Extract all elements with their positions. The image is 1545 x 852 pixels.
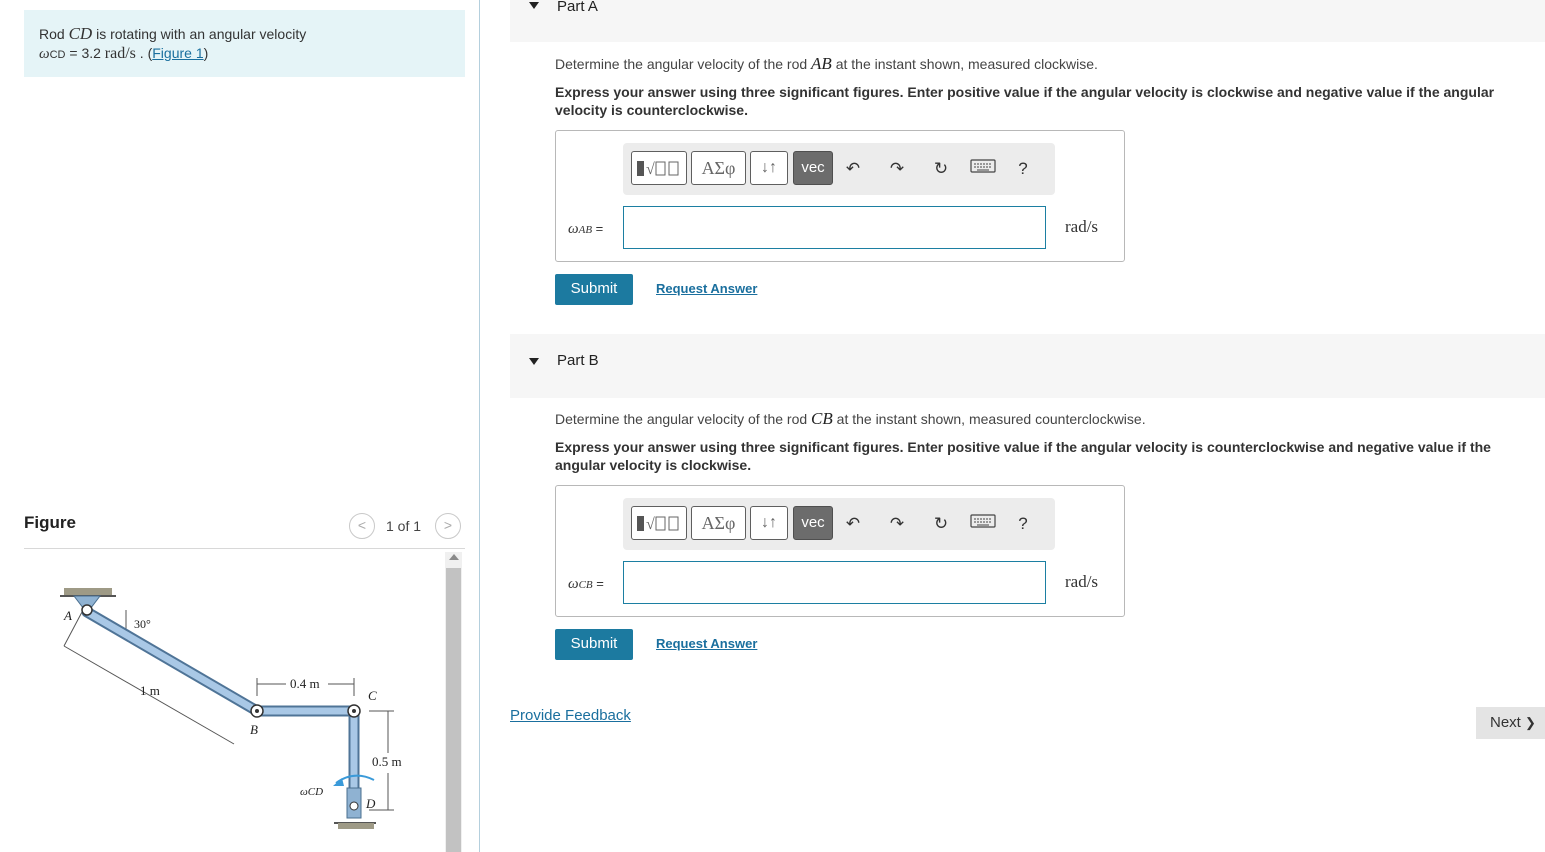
part-a-question: Determine the angular velocity of the ro…	[555, 54, 1540, 74]
column-divider	[479, 0, 480, 852]
part-a-var-label: ωAB =	[568, 221, 603, 238]
reset-icon[interactable]: ↻	[929, 512, 953, 536]
fraction-root-icon: √	[637, 161, 679, 178]
svg-text:√: √	[646, 161, 655, 178]
problem-var: CD	[68, 24, 93, 43]
templates-button[interactable]: √	[631, 151, 687, 185]
greek-button[interactable]: ΑΣφ	[691, 151, 746, 185]
part-a-submit-button[interactable]: Submit	[555, 274, 633, 305]
label-len-cd: 0.5 m	[372, 754, 402, 769]
figure-prev-button[interactable]: <	[349, 513, 375, 539]
part-a-var-sub: AB	[578, 224, 593, 236]
label-b: B	[250, 722, 258, 737]
provide-feedback-link[interactable]: Provide Feedback	[510, 707, 631, 724]
part-b-instructions: Express your answer using three signific…	[555, 439, 1491, 473]
part-a-answer-box: √ ΑΣφ ↓↑ vec ↶ ↷ ↻ ? ωAB = rad/s	[555, 130, 1125, 262]
keyboard-icon[interactable]	[968, 512, 998, 536]
caret-down-icon	[529, 358, 539, 365]
problem-text-prefix: Rod	[39, 26, 69, 42]
figure-header: Figure < 1 of 1 >	[24, 506, 465, 549]
keyboard-icon[interactable]	[968, 157, 998, 181]
omega-subscript: CD	[49, 49, 66, 61]
part-a-question-prefix: Determine the angular velocity of the ro…	[555, 56, 812, 72]
part-b-question-var: CB	[811, 409, 833, 428]
part-b-question-suffix: at the instant shown, measured countercl…	[832, 411, 1146, 427]
label-d: D	[365, 796, 376, 811]
part-b-header[interactable]: Part B	[510, 334, 1545, 398]
part-a-question-var: AB	[811, 54, 832, 73]
label-angle: 30°	[134, 617, 151, 631]
part-a-var-symbol: ω	[568, 221, 579, 237]
greek-button[interactable]: ΑΣφ	[691, 506, 746, 540]
part-a-unit: rad/s	[1065, 217, 1099, 236]
part-b-var-label: ωCB =	[568, 576, 604, 593]
reset-icon[interactable]: ↻	[929, 157, 953, 181]
figure-link[interactable]: Figure 1	[152, 45, 203, 61]
label-len-bc: 0.4 m	[290, 676, 320, 691]
part-b-question: Determine the angular velocity of the ro…	[555, 409, 1540, 429]
part-b-answer-box: √ ΑΣφ ↓↑ vec ↶ ↷ ↻ ? ωCB = rad/s	[555, 485, 1125, 617]
problem-close: )	[203, 45, 209, 61]
caret-down-icon	[529, 2, 539, 9]
part-b-request-answer-link[interactable]: Request Answer	[656, 636, 757, 651]
undo-icon[interactable]: ↶	[841, 157, 865, 181]
part-b-unit: rad/s	[1065, 572, 1099, 591]
label-a: A	[63, 608, 72, 623]
undo-icon[interactable]: ↶	[841, 512, 865, 536]
vec-button[interactable]: vec	[793, 506, 833, 540]
part-b-question-prefix: Determine the angular velocity of the ro…	[555, 411, 812, 427]
scroll-up-arrow-icon[interactable]	[449, 554, 459, 560]
omega-value: = 3.2	[65, 45, 105, 61]
problem-text-suffix: is rotating with an angular velocity	[92, 26, 307, 42]
math-toolbar: √ ΑΣφ ↓↑ vec ↶ ↷ ↻ ?	[623, 143, 1055, 195]
svg-text:√: √	[646, 516, 655, 533]
next-label: Next	[1490, 714, 1521, 731]
mechanism-diagram: A B C D 30° 1 m 0.4 m 0.5 m ωCD	[60, 588, 402, 829]
label-c: C	[368, 688, 377, 703]
part-a-request-answer-link[interactable]: Request Answer	[656, 281, 757, 296]
figure-title: Figure	[24, 513, 76, 532]
part-b-submit-button[interactable]: Submit	[555, 629, 633, 660]
vec-button[interactable]: vec	[793, 151, 833, 185]
part-a-var-eq: =	[592, 221, 604, 236]
help-icon[interactable]: ?	[1011, 157, 1035, 181]
math-toolbar: √ ΑΣφ ↓↑ vec ↶ ↷ ↻ ?	[623, 498, 1055, 550]
part-a-answer-input[interactable]	[623, 206, 1046, 249]
omega-unit: rad/s	[104, 45, 136, 62]
redo-icon[interactable]: ↷	[885, 157, 909, 181]
part-b-var-sub: CB	[578, 579, 593, 591]
figure-next-button[interactable]: >	[435, 513, 461, 539]
part-a-label: Part A	[557, 0, 598, 15]
problem-period: . (	[135, 45, 153, 61]
templates-button[interactable]: √	[631, 506, 687, 540]
problem-statement: Rod CD is rotating with an angular veloc…	[24, 10, 465, 77]
part-a-header[interactable]: Part A	[510, 0, 1545, 42]
part-b-var-eq: =	[592, 576, 604, 591]
figure-scrollbar[interactable]	[445, 552, 462, 852]
ground-hatch-a	[64, 588, 112, 596]
fraction-root-icon: √	[637, 516, 679, 533]
next-button[interactable]: Next ❯	[1476, 707, 1545, 739]
omega-symbol: ω	[39, 46, 50, 62]
help-icon[interactable]: ?	[1011, 512, 1035, 536]
figure-image: A B C D 30° 1 m 0.4 m 0.5 m ωCD	[24, 548, 444, 852]
label-omega: ωCD	[300, 786, 323, 798]
arrows-button[interactable]: ↓↑	[750, 151, 788, 185]
part-b-answer-input[interactable]	[623, 561, 1046, 604]
figure-counter: 1 of 1	[386, 518, 422, 534]
arrows-button[interactable]: ↓↑	[750, 506, 788, 540]
chevron-right-icon: ❯	[1525, 715, 1536, 730]
part-b-var-symbol: ω	[568, 576, 579, 592]
redo-icon[interactable]: ↷	[885, 512, 909, 536]
scrollbar-thumb[interactable]	[446, 568, 461, 852]
part-a-instructions: Express your answer using three signific…	[555, 84, 1495, 118]
part-b-label: Part B	[557, 352, 599, 369]
label-len-ab: 1 m	[140, 683, 160, 698]
part-a-question-suffix: at the instant shown, measured clockwise…	[831, 56, 1098, 72]
